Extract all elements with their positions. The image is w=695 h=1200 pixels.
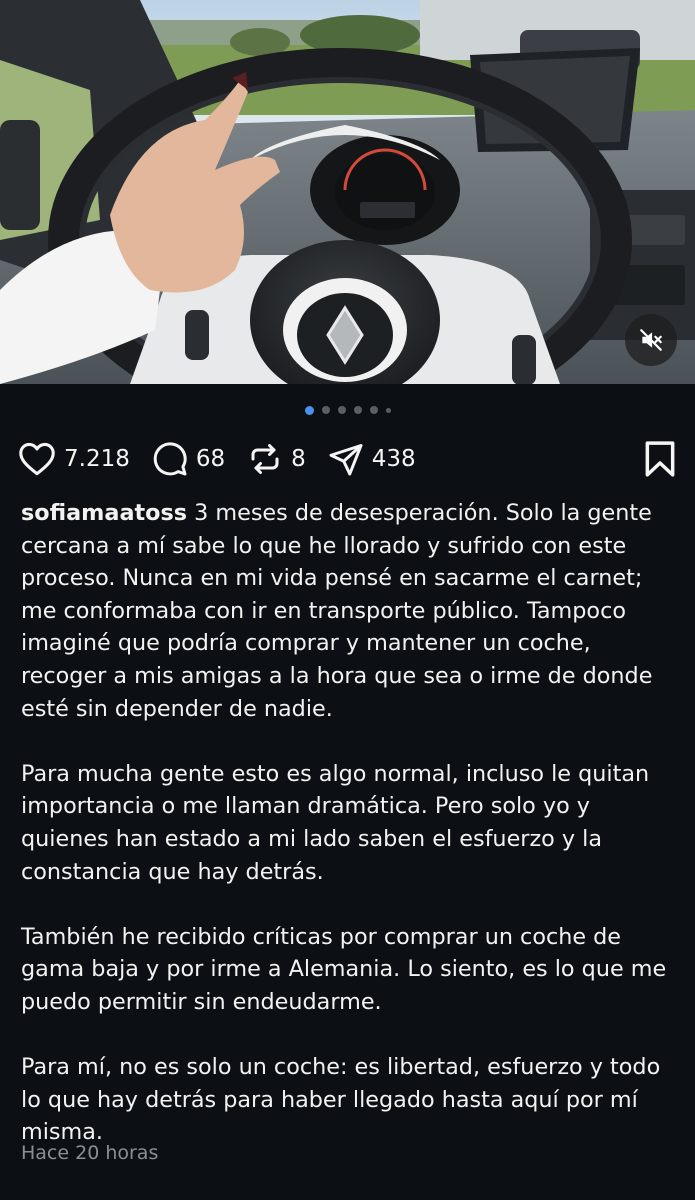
like-button[interactable]: 7.218	[18, 442, 130, 476]
caption-text: 3 meses de desesperación. Solo la gente …	[21, 500, 653, 722]
caption-paragraph: sofiamaatoss 3 meses de desesperación. S…	[21, 497, 681, 725]
repost-count: 8	[291, 446, 306, 472]
car-interior-photo	[0, 0, 695, 384]
speaker-muted-icon	[640, 329, 662, 351]
share-count: 438	[371, 446, 416, 472]
repost-icon	[251, 444, 279, 474]
caption-paragraph: Para mí, no es solo un coche: es liberta…	[21, 1054, 661, 1146]
post-photo[interactable]	[0, 0, 695, 384]
username-link[interactable]: sofiamaatoss	[21, 500, 187, 526]
carousel-dot	[353, 406, 362, 414]
share-button[interactable]: 438	[328, 441, 416, 477]
post-timestamp: Hace 20 horas	[21, 1142, 159, 1164]
action-bar: 7.218 68 8 438	[18, 436, 677, 482]
mute-button[interactable]	[625, 314, 677, 366]
carousel-dot	[369, 406, 378, 414]
like-count: 7.218	[64, 446, 130, 472]
carousel-dot	[385, 407, 391, 413]
comment-button[interactable]: 68	[152, 441, 225, 477]
bookmark-icon	[645, 441, 675, 477]
post-caption: sofiamaatoss 3 meses de desesperación. S…	[21, 497, 681, 1181]
repost-button[interactable]: 8	[247, 441, 306, 477]
heart-icon	[19, 442, 55, 476]
comment-count: 68	[195, 446, 226, 472]
carousel-dot	[337, 406, 346, 414]
carousel-dot	[304, 405, 314, 415]
caption-paragraph: También he recibido críticas por comprar…	[21, 923, 667, 1015]
carousel-indicator	[0, 402, 695, 418]
caption-paragraph: Para mucha gente esto es algo normal, in…	[21, 760, 650, 885]
paper-plane-icon	[329, 444, 363, 476]
carousel-dot	[321, 406, 330, 414]
comment-bubble-icon	[153, 442, 187, 476]
save-button[interactable]	[643, 440, 677, 482]
